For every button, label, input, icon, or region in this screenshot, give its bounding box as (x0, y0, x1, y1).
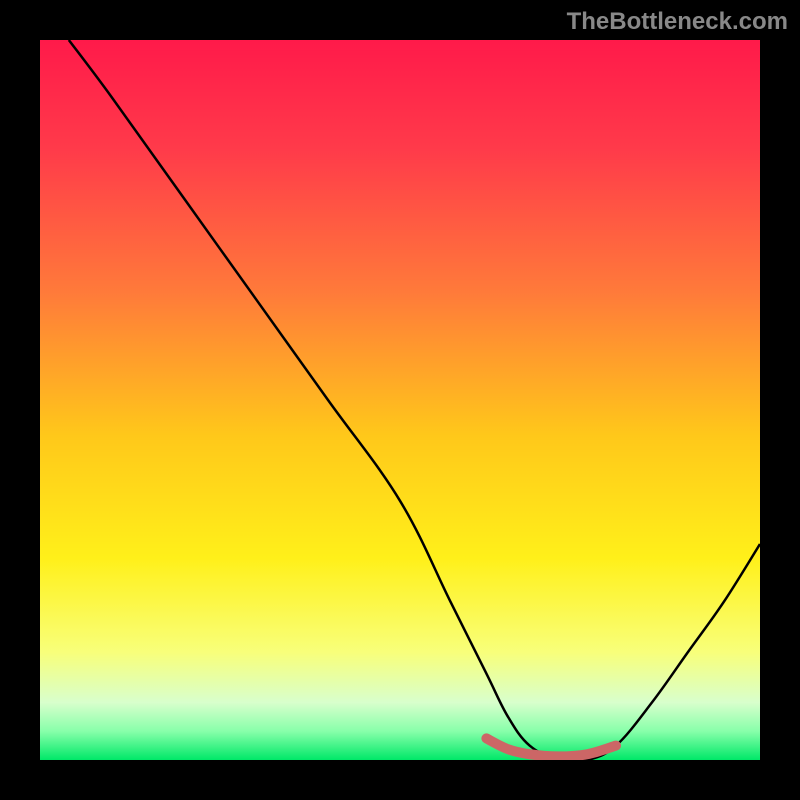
chart-svg (40, 40, 760, 760)
bottleneck-chart (40, 40, 760, 760)
watermark-text: TheBottleneck.com (567, 8, 788, 36)
